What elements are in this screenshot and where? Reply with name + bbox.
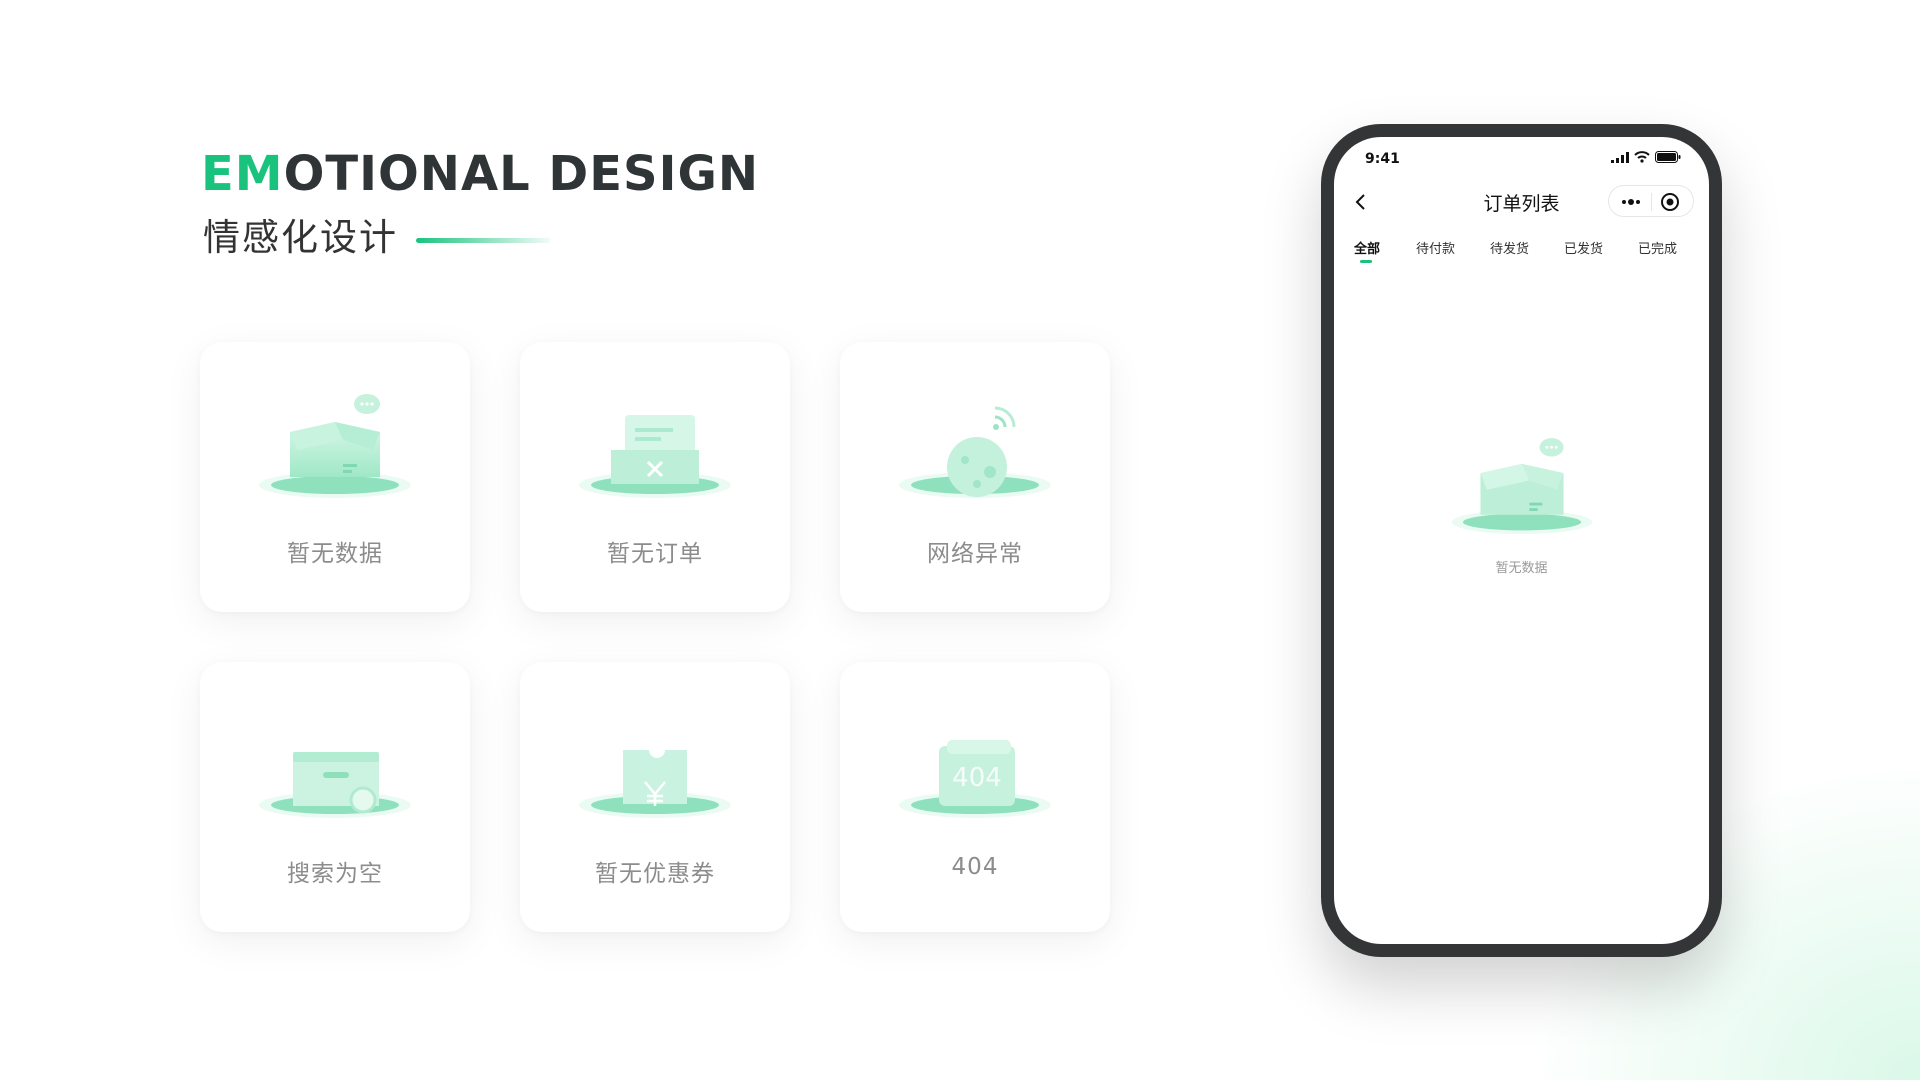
tab-pending-shipment[interactable]: 待发货 [1490,238,1529,257]
not-found-icon: 404 [899,740,1051,818]
card-label: 搜索为空 [287,861,383,887]
empty-box-icon [1451,438,1593,535]
phone-screen: 9:41 订单列表 全部 待付款 待发货 已发货 已完成 暂无数据 [1334,137,1709,944]
subtitle-row: 情感化设计 [203,213,551,263]
title-rest: OTIONAL DESIGN [283,146,760,202]
order-tabs: 全部 待付款 待发货 已发货 已完成 [1334,238,1709,268]
empty-state-label: 暂无数据 [1495,561,1548,576]
card-network-error: 网络异常 [840,342,1110,612]
cellular-signal-icon [1611,151,1629,163]
canvas: EMOTIONAL DESIGN 情感化设计 暂无数据 暂无订单 网络异常 搜索… [0,0,1920,1080]
wifi-icon [1634,151,1650,163]
card-404: 404 404 [840,662,1110,932]
empty-order-icon [579,415,731,498]
status-bar: 9:41 [1334,137,1709,177]
card-label: 404 [951,854,999,880]
network-error-icon [899,406,1051,498]
svg-text:404: 404 [952,763,1002,793]
active-tab-indicator [1360,260,1372,263]
close-target-icon[interactable] [1659,191,1681,213]
empty-state-grid: 暂无数据 暂无订单 网络异常 搜索为空 暂无优惠券 404 404 [200,342,1111,933]
card-empty-order: 暂无订单 [520,342,790,612]
subtitle-decoration-line [416,237,551,243]
card-label: 网络异常 [927,541,1023,567]
battery-icon [1655,151,1681,163]
tab-all[interactable]: 全部 [1354,238,1380,257]
mini-program-capsule [1608,185,1694,217]
card-label: 暂无数据 [287,541,383,567]
card-empty-search: 搜索为空 [200,662,470,932]
card-label: 暂无订单 [607,541,703,567]
more-icon[interactable] [1617,191,1645,213]
phone-mockup: 9:41 订单列表 全部 待付款 待发货 已发货 已完成 暂无数据 [1321,124,1722,957]
empty-box-icon [259,394,411,498]
card-label: 暂无优惠券 [595,861,715,887]
status-time: 9:41 [1365,151,1400,167]
tab-shipped[interactable]: 已发货 [1564,238,1603,257]
page-title: EMOTIONAL DESIGN [201,148,759,200]
tab-completed[interactable]: 已完成 [1638,238,1677,257]
card-empty-coupon: 暂无优惠券 [520,662,790,932]
title-accent: EM [201,146,284,202]
card-empty-data: 暂无数据 [200,342,470,612]
tab-pending-payment[interactable]: 待付款 [1416,238,1455,257]
page-subtitle: 情感化设计 [203,216,398,259]
empty-search-icon [259,752,411,818]
nav-bar: 订单列表 [1334,181,1709,225]
status-icons [1611,151,1681,163]
capsule-divider [1651,193,1652,211]
empty-coupon-icon [579,750,731,818]
